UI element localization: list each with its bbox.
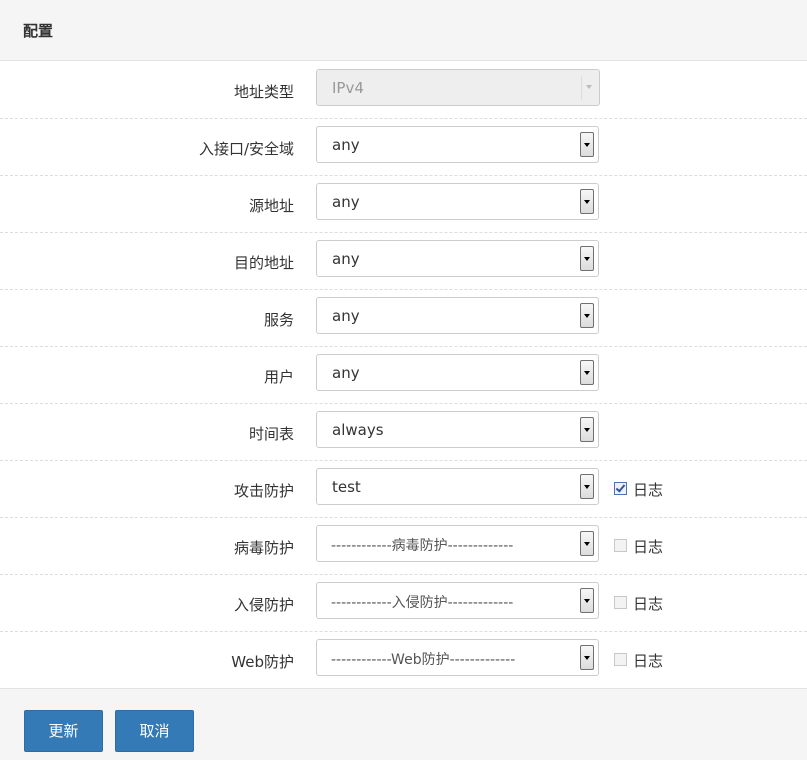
source-address-select[interactable]: any bbox=[316, 183, 599, 220]
intrusion-prevention-log-label: 日志 bbox=[633, 595, 664, 613]
intrusion-prevention-log-toggle[interactable]: 日志 bbox=[614, 593, 664, 613]
source-address-label: 源地址 bbox=[248, 197, 294, 215]
chevron-down-icon[interactable] bbox=[580, 189, 594, 214]
address-type-label: 地址类型 bbox=[233, 83, 294, 101]
row-destination-address: 目的地址 any bbox=[0, 232, 807, 290]
antivirus-value: ------------病毒防护------------- bbox=[331, 538, 514, 554]
row-source-address: 源地址 any bbox=[0, 175, 807, 233]
source-address-value: any bbox=[332, 193, 360, 211]
address-type-value: IPv4 bbox=[332, 79, 364, 97]
row-address-type: 地址类型 IPv4 bbox=[0, 61, 807, 119]
chevron-down-icon[interactable] bbox=[580, 303, 594, 328]
user-select[interactable]: any bbox=[316, 354, 599, 391]
chevron-down-icon[interactable] bbox=[580, 588, 594, 613]
schedule-label: 时间表 bbox=[248, 425, 294, 443]
row-service: 服务 any bbox=[0, 289, 807, 347]
web-protection-label: Web防护 bbox=[231, 653, 294, 671]
chevron-down-icon[interactable] bbox=[580, 360, 594, 385]
panel-header: 配置 bbox=[0, 0, 807, 61]
attack-protection-select[interactable]: test bbox=[316, 468, 599, 505]
update-button[interactable]: 更新 bbox=[24, 710, 103, 752]
attack-protection-log-toggle[interactable]: 日志 bbox=[614, 479, 664, 499]
chevron-down-icon[interactable] bbox=[580, 417, 594, 442]
attack-protection-value: test bbox=[332, 478, 361, 496]
destination-address-label: 目的地址 bbox=[233, 254, 294, 272]
attack-protection-label: 攻击防护 bbox=[233, 482, 294, 500]
ingress-interface-label: 入接口/安全域 bbox=[198, 140, 294, 158]
chevron-down-icon[interactable] bbox=[580, 474, 594, 499]
ingress-interface-value: any bbox=[332, 136, 360, 154]
row-intrusion-prevention: 入侵防护 ------------入侵防护------------- 日志 bbox=[0, 574, 807, 632]
antivirus-log-toggle[interactable]: 日志 bbox=[614, 536, 664, 556]
row-antivirus: 病毒防护 ------------病毒防护------------- 日志 bbox=[0, 517, 807, 575]
ingress-interface-select[interactable]: any bbox=[316, 126, 599, 163]
destination-address-select[interactable]: any bbox=[316, 240, 599, 277]
intrusion-prevention-value: ------------入侵防护------------- bbox=[331, 595, 514, 611]
row-attack-protection: 攻击防护 test 日志 bbox=[0, 460, 807, 518]
attack-protection-log-label: 日志 bbox=[633, 481, 664, 499]
web-protection-select[interactable]: ------------Web防护------------- bbox=[316, 639, 599, 676]
schedule-select[interactable]: always bbox=[316, 411, 599, 448]
row-schedule: 时间表 always bbox=[0, 403, 807, 461]
web-protection-value: ------------Web防护------------- bbox=[331, 652, 516, 668]
intrusion-prevention-label: 入侵防护 bbox=[233, 596, 294, 614]
intrusion-prevention-log-checkbox[interactable] bbox=[614, 596, 627, 609]
address-type-select: IPv4 bbox=[316, 69, 600, 106]
chevron-down-icon[interactable] bbox=[580, 132, 594, 157]
user-value: any bbox=[332, 364, 360, 382]
row-ingress-interface: 入接口/安全域 any bbox=[0, 118, 807, 176]
attack-protection-log-checkbox[interactable] bbox=[614, 482, 627, 495]
intrusion-prevention-select[interactable]: ------------入侵防护------------- bbox=[316, 582, 599, 619]
service-value: any bbox=[332, 307, 360, 325]
row-user: 用户 any bbox=[0, 346, 807, 404]
web-protection-log-checkbox[interactable] bbox=[614, 653, 627, 666]
antivirus-select[interactable]: ------------病毒防护------------- bbox=[316, 525, 599, 562]
user-label: 用户 bbox=[263, 368, 294, 386]
web-protection-log-toggle[interactable]: 日志 bbox=[614, 650, 664, 670]
chevron-down-icon[interactable] bbox=[580, 246, 594, 271]
chevron-down-icon[interactable] bbox=[580, 645, 594, 670]
schedule-value: always bbox=[332, 421, 384, 439]
panel-footer: 更新 取消 bbox=[0, 688, 807, 760]
web-protection-log-label: 日志 bbox=[633, 652, 664, 670]
antivirus-label: 病毒防护 bbox=[233, 539, 294, 557]
service-select[interactable]: any bbox=[316, 297, 599, 334]
antivirus-log-label: 日志 bbox=[633, 538, 664, 556]
cancel-button[interactable]: 取消 bbox=[115, 710, 194, 752]
destination-address-value: any bbox=[332, 250, 360, 268]
panel-title: 配置 bbox=[23, 22, 54, 40]
service-label: 服务 bbox=[263, 311, 294, 329]
row-web-protection: Web防护 ------------Web防护------------- 日志 bbox=[0, 631, 807, 688]
antivirus-log-checkbox[interactable] bbox=[614, 539, 627, 552]
chevron-down-icon[interactable] bbox=[580, 531, 594, 556]
chevron-down-icon bbox=[581, 75, 595, 101]
